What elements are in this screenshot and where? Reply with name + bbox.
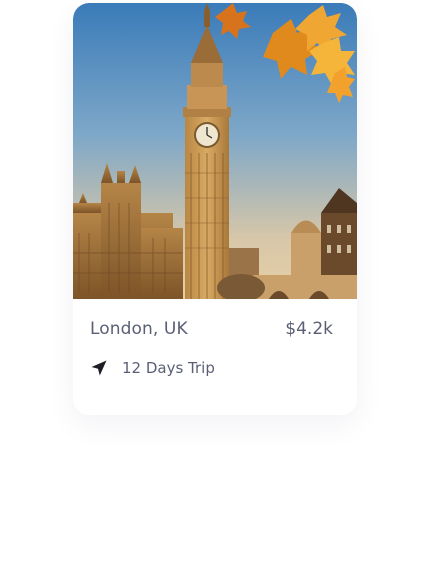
card-info: London, UK $4.2k 12 Days Trip (73, 299, 357, 415)
big-ben-photo (73, 3, 357, 299)
navigation-arrow-icon (90, 359, 108, 377)
trip-length-row: 12 Days Trip (90, 359, 215, 377)
destination-card[interactable]: London, UK $4.2k 12 Days Trip (73, 3, 357, 415)
trip-length: 12 Days Trip (122, 359, 215, 377)
trip-price: $4.2k (285, 319, 333, 339)
destination-name: London, UK (90, 319, 188, 339)
